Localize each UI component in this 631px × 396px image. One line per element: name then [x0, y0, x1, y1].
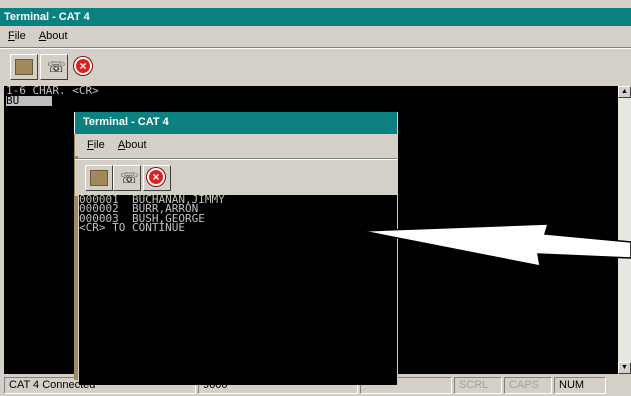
terminal-input[interactable]: BU	[6, 95, 52, 106]
inner-terminal-window: Terminal - CAT 4 File About ☏ × 000001 B…	[74, 112, 398, 385]
status-caps: CAPS	[504, 377, 552, 394]
inner-menu-about-label: bout	[125, 139, 147, 151]
terminal-prompt: 1-6 CHAR. <CR>	[6, 86, 99, 97]
scroll-up-arrow-icon[interactable]: ▲	[618, 86, 631, 98]
inner-toolbar-button-stop[interactable]: ×	[143, 165, 171, 191]
menu-separator	[0, 47, 631, 49]
menu-file-label: ile	[14, 30, 26, 42]
inner-toolbar: ☏ ×	[75, 160, 397, 196]
inner-terminal-screen[interactable]: 000001 BUCHANAN,JIMMY 000002 BURR,ARRON …	[79, 195, 397, 385]
vertical-scrollbar[interactable]: ▲ ▼	[618, 86, 631, 374]
menu-file[interactable]: File	[8, 26, 26, 46]
blank-square-icon	[15, 59, 33, 75]
toolbar-button-stop[interactable]: ×	[70, 54, 98, 80]
window-title: Terminal - CAT 4	[0, 8, 631, 26]
inner-toolbar-button-phone[interactable]: ☏	[113, 165, 141, 191]
toolbar-button-phone[interactable]: ☏	[40, 54, 68, 80]
menu-file-accel: F	[8, 30, 15, 42]
menu-bar: File About	[0, 26, 631, 46]
status-scrl: SCRL	[454, 377, 502, 394]
toolbar: ☏ ×	[0, 50, 631, 84]
inner-menu-file-accel: F	[87, 139, 94, 151]
scroll-down-arrow-icon[interactable]: ▼	[618, 362, 631, 374]
blank-square-icon	[90, 170, 108, 186]
inner-menu-bar: File About	[75, 134, 397, 156]
menu-about[interactable]: About	[39, 26, 68, 46]
status-num: NUM	[554, 377, 606, 394]
stop-icon: ×	[74, 57, 92, 75]
inner-window-title: Terminal - CAT 4	[75, 112, 397, 134]
inner-toolbar-button-blank[interactable]	[85, 165, 113, 191]
stop-icon: ×	[147, 168, 165, 186]
inner-menu-file[interactable]: File	[87, 134, 105, 156]
menu-about-label: bout	[46, 30, 68, 42]
inner-menu-file-label: ile	[93, 139, 105, 151]
phone-icon: ☏	[120, 169, 139, 187]
toolbar-button-blank[interactable]	[10, 54, 38, 80]
continue-prompt: <CR> TO CONTINUE	[79, 221, 185, 235]
inner-menu-about[interactable]: About	[118, 134, 147, 156]
phone-icon: ☏	[47, 58, 66, 76]
